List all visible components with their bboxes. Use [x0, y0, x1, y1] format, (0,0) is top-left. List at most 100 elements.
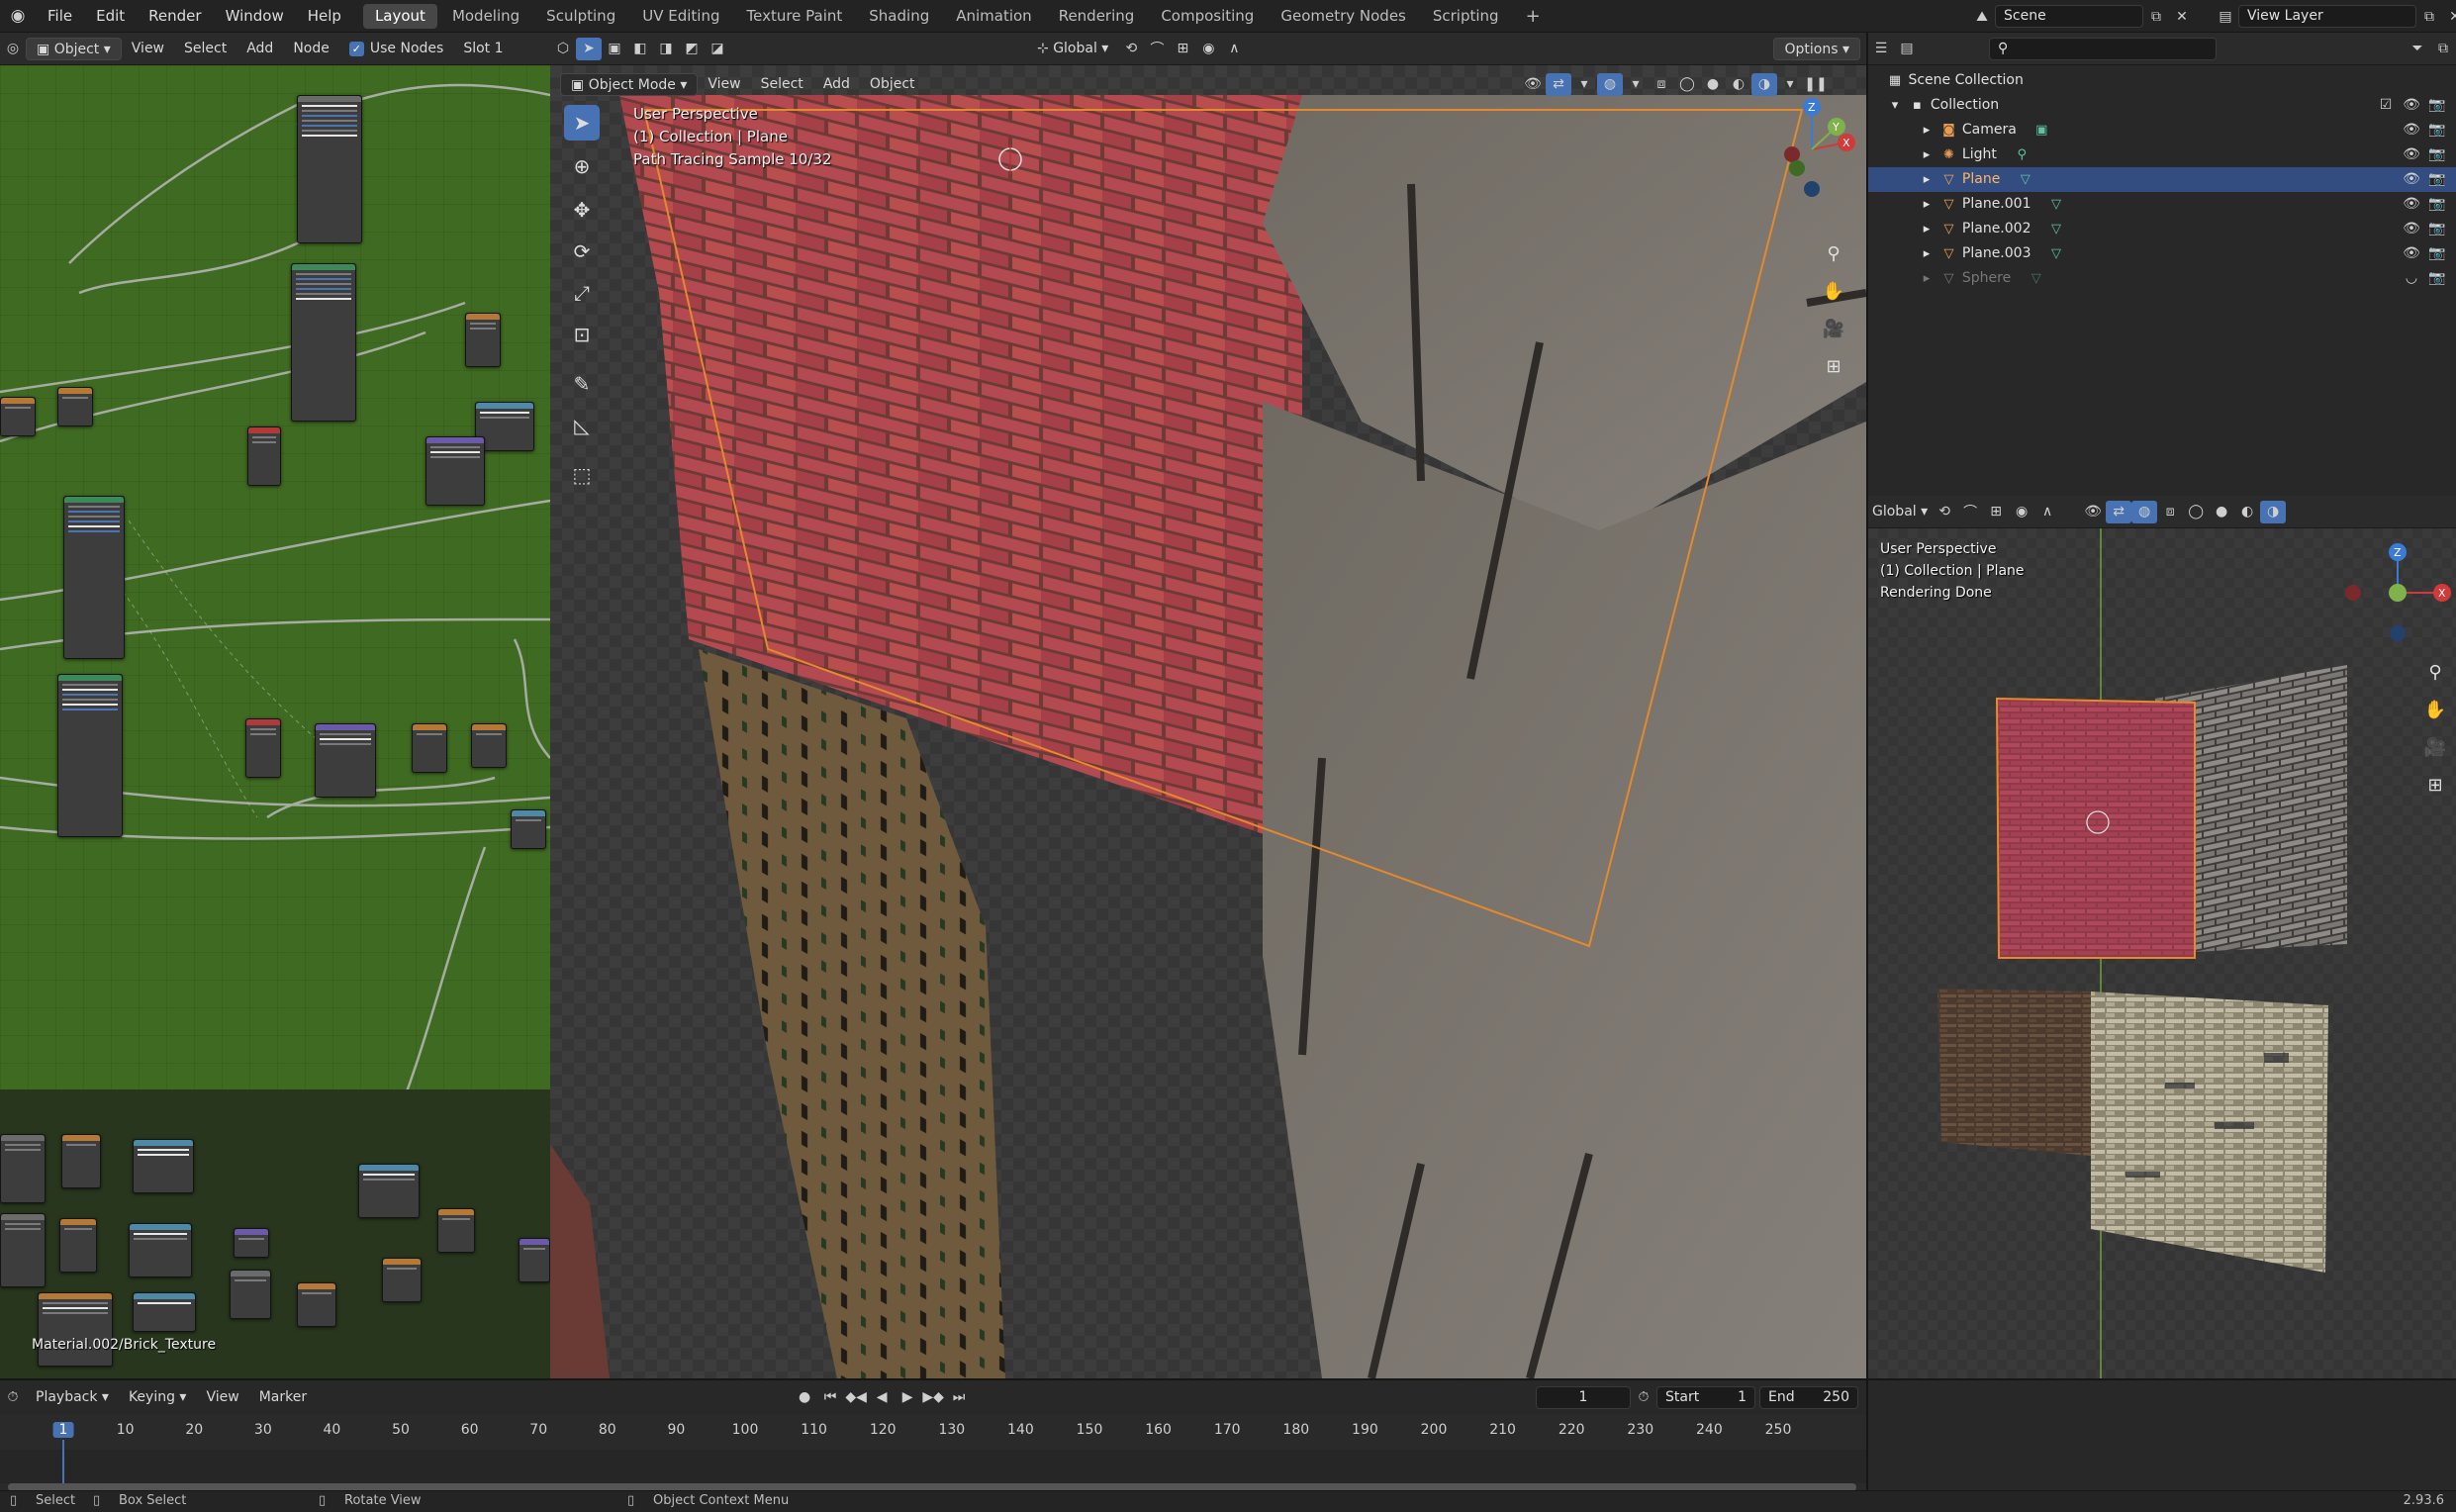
proportional-edit-icon[interactable]: ◉ — [1195, 38, 1221, 60]
node-canvas[interactable]: Material.002/Brick_Texture — [0, 65, 550, 1378]
add-workspace-icon[interactable]: + — [1514, 4, 1553, 29]
navigation-gizmo[interactable]: Z X Y — [1757, 95, 1866, 204]
render-camera-icon[interactable]: 📷 — [2424, 218, 2450, 240]
shader-node[interactable] — [358, 1164, 420, 1218]
eye-icon[interactable]: 👁 — [2399, 218, 2424, 240]
scene-icon[interactable]: ⛰ — [1969, 5, 1995, 28]
use-nodes-checkbox[interactable]: ✓ Use Nodes — [339, 38, 453, 60]
node-menu-select[interactable]: Select — [174, 38, 236, 60]
transform-orientation-dropdown[interactable]: ⊹ Global ▾ — [1027, 38, 1118, 60]
secondary-orientation-dropdown[interactable]: Global ▾ — [1868, 501, 1932, 523]
shader-node[interactable] — [63, 496, 125, 659]
select-extend-mode-icon[interactable]: ◧ — [627, 38, 653, 60]
falloff-icon[interactable]: ∧ — [1221, 38, 1247, 60]
expand-arrow-icon[interactable]: ▸ — [1918, 142, 1936, 167]
solid-shading-icon[interactable]: ● — [2209, 501, 2234, 523]
move-tool-icon[interactable]: ✥ — [564, 192, 600, 228]
jump-keyframe-forward-icon[interactable]: ▶◆ — [920, 1386, 946, 1409]
playhead[interactable] — [62, 1440, 64, 1483]
timeline-editor-type-icon[interactable]: ⏱ — [0, 1386, 26, 1409]
camera-view-icon[interactable]: 🎥 — [1819, 314, 1848, 343]
eye-closed-icon[interactable]: ◡ — [2399, 267, 2424, 290]
expand-arrow-icon[interactable]: ▸ — [1918, 217, 1936, 241]
pivot-point-icon[interactable]: ⟲ — [1932, 501, 1957, 523]
shader-node[interactable] — [230, 1270, 271, 1319]
select-box-mode-icon[interactable]: ▣ — [602, 38, 627, 60]
keyframe-area[interactable] — [0, 1450, 1866, 1483]
collapse-arrow-icon[interactable]: ▾ — [1886, 93, 1904, 118]
menu-help[interactable]: Help — [296, 0, 353, 33]
playback-menu[interactable]: Playback ▾ — [26, 1386, 119, 1409]
select-intersect-mode-icon[interactable]: ◪ — [705, 38, 730, 60]
outliner-editor-type-icon[interactable]: ☰ — [1868, 38, 1894, 60]
node-menu-view[interactable]: View — [122, 38, 174, 60]
current-frame-field[interactable]: 1 — [1536, 1385, 1631, 1409]
shader-node[interactable] — [315, 723, 376, 798]
jump-keyframe-back-icon[interactable]: ◆◀ — [843, 1386, 869, 1409]
shader-node[interactable] — [61, 1134, 101, 1188]
filter-icon[interactable]: ⏷ — [2405, 38, 2430, 60]
overlay-toggle-icon[interactable]: ◍ — [1597, 72, 1623, 96]
view-layer-field[interactable]: View Layer — [2238, 5, 2416, 28]
add-cube-tool-icon[interactable]: ⬚ — [564, 457, 600, 493]
keying-menu[interactable]: Keying ▾ — [119, 1386, 197, 1409]
render-camera-icon[interactable]: 📷 — [2424, 143, 2450, 166]
tab-modeling[interactable]: Modeling — [440, 4, 531, 29]
falloff-icon[interactable]: ∧ — [2034, 501, 2060, 523]
expand-arrow-icon[interactable]: ▸ — [1918, 266, 1936, 291]
visibility-icon[interactable]: 👁 — [2080, 501, 2106, 523]
gizmo-toggle-icon[interactable]: ⇄ — [1546, 72, 1571, 96]
auto-keying-icon[interactable]: ● — [792, 1386, 817, 1409]
zoom-icon[interactable]: ⚲ — [2420, 657, 2450, 687]
scale-tool-icon[interactable]: ⤢ — [564, 275, 600, 311]
shader-node[interactable] — [57, 674, 123, 837]
shader-node[interactable] — [0, 397, 36, 436]
shader-node[interactable] — [465, 313, 501, 367]
eye-icon[interactable]: 👁 — [2399, 119, 2424, 142]
outliner-row-camera[interactable]: ▸ ◙ Camera ▣ 👁 📷 — [1868, 118, 2456, 142]
eye-icon[interactable]: 👁 — [2399, 143, 2424, 166]
outliner-row-scene-collection[interactable]: ▦ Scene Collection — [1868, 68, 2456, 93]
menu-render[interactable]: Render — [137, 0, 213, 33]
tab-compositing[interactable]: Compositing — [1149, 4, 1266, 29]
viewport-canvas[interactable]: ▣ Object Mode ▾ View Select Add Object 👁… — [550, 65, 1866, 1378]
outliner-row-plane-001[interactable]: ▸ ▽ Plane.001 ▽ 👁 📷 — [1868, 192, 2456, 217]
gizmo-toggle-icon[interactable]: ⇄ — [2106, 500, 2132, 523]
proportional-edit-icon[interactable]: ◉ — [2009, 501, 2034, 523]
shader-node[interactable] — [412, 723, 447, 773]
expand-arrow-icon[interactable]: ▸ — [1918, 192, 1936, 217]
select-box-tool-icon[interactable]: ➤ — [564, 105, 600, 141]
node-menu-node[interactable]: Node — [283, 38, 339, 60]
editor-type-icon[interactable]: ⬡ — [550, 38, 576, 60]
expand-arrow-icon[interactable]: ▸ — [1918, 167, 1936, 192]
eye-icon[interactable]: 👁 — [2399, 242, 2424, 265]
shader-node[interactable] — [519, 1238, 550, 1282]
outliner-row-plane[interactable]: ▸ ▽ Plane ▽ 👁 📷 — [1868, 167, 2456, 192]
material-shading-icon[interactable]: ◐ — [1726, 73, 1751, 96]
play-reverse-icon[interactable]: ◀ — [869, 1386, 895, 1409]
shader-node[interactable] — [234, 1228, 269, 1258]
viewport-menu-object[interactable]: Object — [860, 73, 925, 96]
tab-uv-editing[interactable]: UV Editing — [630, 4, 731, 29]
ortho-grid-icon[interactable]: ⊞ — [2420, 770, 2450, 800]
new-scene-icon[interactable]: ⧉ — [2143, 5, 2169, 28]
secondary-navigation-gizmo[interactable]: Z X — [2343, 538, 2452, 647]
node-frame[interactable]: Material.002/Brick_Texture — [0, 1089, 550, 1378]
viewport-menu-select[interactable]: Select — [751, 73, 813, 96]
rendered-shading-icon[interactable]: ◑ — [2260, 500, 2287, 523]
viewport-menu-add[interactable]: Add — [813, 73, 860, 96]
shader-node[interactable] — [59, 1218, 97, 1273]
render-camera-icon[interactable]: 📷 — [2424, 119, 2450, 142]
exclude-checkbox-icon[interactable]: ☑ — [2373, 94, 2399, 117]
tab-rendering[interactable]: Rendering — [1047, 4, 1147, 29]
delete-scene-icon[interactable]: ✕ — [2169, 5, 2195, 28]
shading-dropdown-icon[interactable]: ▾ — [1777, 73, 1803, 96]
shader-node[interactable] — [291, 263, 356, 422]
ortho-grid-icon[interactable]: ⊞ — [1819, 351, 1848, 381]
outliner-search-input[interactable]: ⚲ — [1989, 37, 2217, 60]
slot-dropdown[interactable]: Slot 1 — [453, 38, 513, 60]
new-view-layer-icon[interactable]: ⧉ — [2416, 5, 2442, 28]
tab-texture-paint[interactable]: Texture Paint — [734, 4, 854, 29]
shader-node[interactable] — [129, 1223, 192, 1277]
render-camera-icon[interactable]: 📷 — [2424, 242, 2450, 265]
